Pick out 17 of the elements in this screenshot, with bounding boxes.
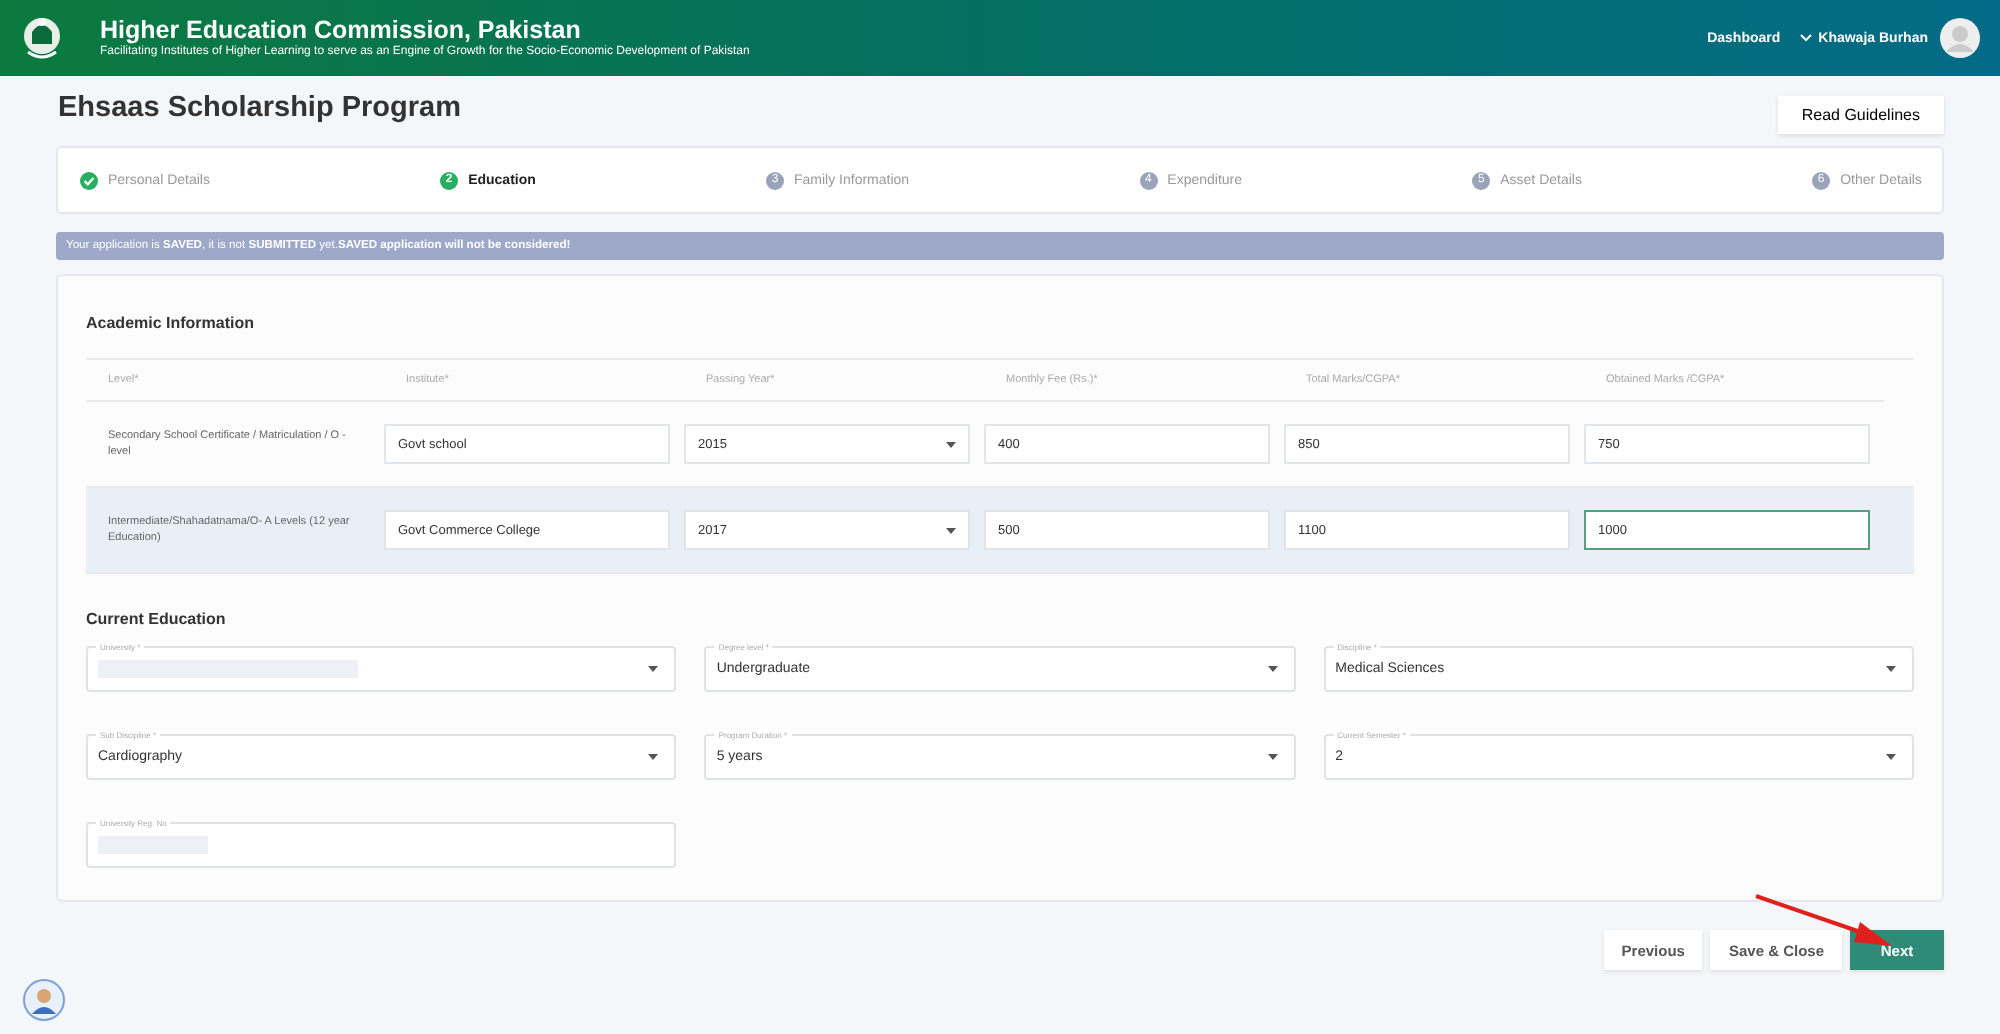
avatar-icon[interactable] [1940,18,1980,58]
caret-icon [946,527,956,533]
read-guidelines-button[interactable]: Read Guidelines [1777,95,1944,133]
caret-icon [1886,754,1896,760]
section-heading: Academic Information [86,314,257,332]
site-title: Higher Education Commission, Pakistan [100,16,583,44]
page-title: Ehsaas Scholarship Program [58,92,461,124]
section-heading: Current Education [86,610,228,628]
caret-icon [648,754,659,760]
caret-icon [1267,666,1278,672]
caret-icon [946,441,956,447]
emblem-logo [20,12,64,64]
support-avatar-icon[interactable] [22,978,66,1022]
caret-icon [1267,754,1278,760]
caret-icon [648,666,659,672]
caret-icon [1886,666,1896,672]
chevron-down-icon [1800,34,1813,42]
